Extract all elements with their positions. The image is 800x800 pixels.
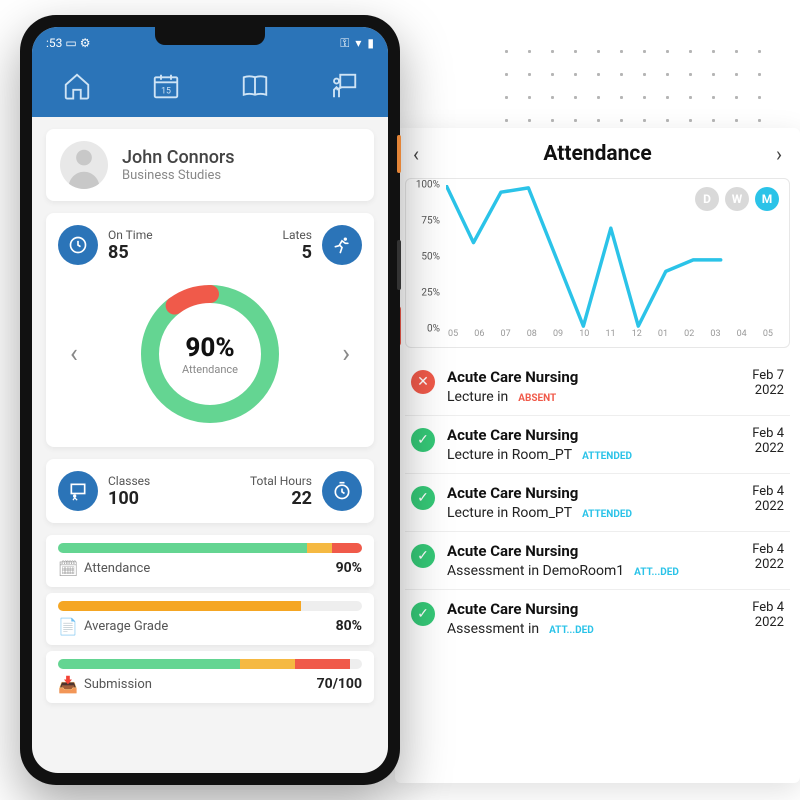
check-icon: ✓: [411, 486, 435, 510]
bar-attendance: 🗓Attendance90%: [46, 535, 374, 587]
check-icon: ✓: [411, 602, 435, 626]
nav-bar: 15: [32, 59, 388, 117]
clock-icon: [58, 225, 98, 265]
status-badge: ATTENDED: [582, 509, 632, 520]
status-badge: ATT...DED: [549, 625, 594, 636]
entry-date: Feb 72022: [736, 368, 784, 398]
battery-icon: ▮: [367, 36, 374, 51]
nav-teacher[interactable]: [318, 65, 370, 107]
next-button[interactable]: ›: [776, 142, 782, 166]
notch: [155, 27, 265, 45]
running-icon: [322, 225, 362, 265]
entry-title: Acute Care Nursing: [447, 600, 724, 618]
entry-sub: Assessment in: [447, 621, 539, 637]
profile-name: John Connors: [122, 147, 235, 168]
line-chart-svg: [446, 185, 781, 329]
status-badge: ABSENT: [518, 393, 556, 404]
attendance-entry[interactable]: ✓ Acute Care Nursing Lecture in Room_PT …: [405, 416, 790, 474]
attendance-entry[interactable]: ✓ Acute Care Nursing Lecture in Room_PT …: [405, 474, 790, 532]
attendance-entry[interactable]: ✕ Acute Care Nursing Lecture in ABSENT F…: [405, 358, 790, 416]
x-icon: ✕: [411, 370, 435, 394]
nav-home[interactable]: [51, 65, 103, 107]
donut-next[interactable]: ›: [334, 331, 358, 377]
nav-book[interactable]: [229, 65, 281, 107]
gear-icon: ⚙: [80, 36, 91, 50]
entry-sub: Lecture in Room_PT: [447, 447, 572, 463]
entry-title: Acute Care Nursing: [447, 542, 724, 560]
prev-button[interactable]: ‹: [413, 142, 419, 166]
chart-card: D W M 100% 75% 50% 25% 0% 05060708091011…: [405, 178, 790, 348]
profile-card: John Connors Business Studies: [46, 129, 374, 201]
entry-title: Acute Care Nursing: [447, 484, 724, 502]
tablet: ‹ Attendance › D W M 100% 75% 50% 25% 0%…: [395, 128, 800, 783]
entry-sub: Assessment in DemoRoom1: [447, 563, 624, 579]
entry-date: Feb 42022: [736, 600, 784, 630]
entry-sub: Lecture in: [447, 389, 508, 405]
submission-icon: 📥: [58, 675, 76, 693]
phone: :53 ▭ ⚙ ⚿ ▾ ▮ 15 John Connors Business S…: [20, 15, 400, 785]
avatar: [60, 141, 108, 189]
entry-title: Acute Care Nursing: [447, 368, 724, 386]
profile-subject: Business Studies: [122, 168, 235, 183]
entry-date: Feb 42022: [736, 542, 784, 572]
status-badge: ATT...DED: [634, 567, 679, 578]
entry-sub: Lecture in Room_PT: [447, 505, 572, 521]
timer-icon: [322, 471, 362, 511]
tablet-title: Attendance: [543, 142, 651, 166]
check-icon: ✓: [411, 428, 435, 452]
bar-submission: 📥Submission70/100: [46, 651, 374, 703]
entry-title: Acute Care Nursing: [447, 426, 724, 444]
attendance-card: On Time 85 Lates 5 ‹: [46, 213, 374, 447]
board-icon: [58, 471, 98, 511]
check-icon: ✓: [411, 544, 435, 568]
entry-date: Feb 42022: [736, 484, 784, 514]
entry-date: Feb 42022: [736, 426, 784, 456]
classes-card: Classes 100 Total Hours 22: [46, 459, 374, 523]
attendance-entry[interactable]: ✓ Acute Care Nursing Assessment in ATT..…: [405, 590, 790, 647]
volume-button: [397, 240, 401, 290]
attendance-entry[interactable]: ✓ Acute Care Nursing Assessment in DemoR…: [405, 532, 790, 590]
donut-prev[interactable]: ‹: [62, 331, 86, 377]
attendance-donut: 90% Attendance: [135, 279, 285, 429]
svg-text:15: 15: [161, 87, 171, 97]
attendance-chart: 100% 75% 50% 25% 0% 05060708091011120102…: [446, 185, 781, 345]
wifi-icon: ▾: [355, 36, 361, 51]
bar-grade: 📄Average Grade80%: [46, 593, 374, 645]
power-button: [397, 135, 401, 173]
battery-icon: ▭: [65, 36, 76, 50]
nav-calendar[interactable]: 15: [140, 65, 192, 107]
status-badge: ATTENDED: [582, 451, 632, 462]
key-icon: ⚿: [340, 36, 349, 51]
attendance-icon: 🗓: [58, 559, 76, 577]
grade-icon: 📄: [58, 617, 76, 635]
